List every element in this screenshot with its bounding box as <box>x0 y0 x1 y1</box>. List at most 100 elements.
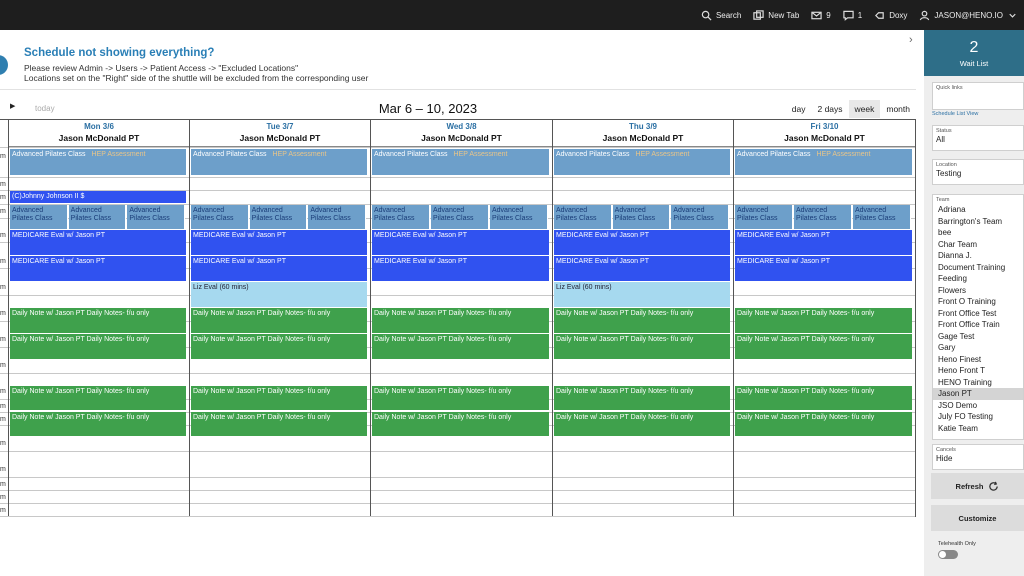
team-option[interactable]: Jason PT <box>933 388 1023 400</box>
appointment-event[interactable]: Daily Note w/ Jason PT Daily Notes- f/u … <box>372 386 549 410</box>
view-2days-button[interactable]: 2 days <box>811 100 848 118</box>
appointment-event[interactable]: Daily Note w/ Jason PT Daily Notes- f/u … <box>735 386 912 410</box>
team-option[interactable]: July FO Testing <box>933 411 1023 423</box>
location-select[interactable]: Location Testing <box>932 159 1024 185</box>
appointment-event[interactable]: Daily Note w/ Jason PT Daily Notes- f/u … <box>554 308 730 333</box>
pilates-class-event[interactable]: Advanced Pilates Class <box>735 205 793 229</box>
team-option[interactable]: Document Training <box>933 262 1023 274</box>
appointment-event[interactable]: Daily Note w/ Jason PT Daily Notes- f/u … <box>372 334 549 359</box>
team-option[interactable]: Front Office Test <box>933 308 1023 320</box>
pilates-class-event[interactable]: Advanced Pilates Class <box>191 205 249 229</box>
appointment-event[interactable]: Daily Note w/ Jason PT Daily Notes- f/u … <box>191 386 367 410</box>
appointment-event[interactable]: MEDICARE Eval w/ Jason PT <box>554 230 730 255</box>
telehealth-toggle[interactable] <box>938 550 958 559</box>
appointment-event[interactable]: Advanced Pilates Class HEP Assessment <box>372 149 549 175</box>
chevron-right-icon[interactable]: › <box>909 34 913 46</box>
appointment-event[interactable]: Daily Note w/ Jason PT Daily Notes- f/u … <box>10 334 186 359</box>
appointment-event[interactable]: MEDICARE Eval w/ Jason PT <box>10 256 186 281</box>
team-option[interactable]: Gage Test <box>933 331 1023 343</box>
mail-button[interactable]: 9 <box>811 10 831 21</box>
schedule-list-link[interactable]: Schedule List View <box>932 111 978 117</box>
team-option[interactable]: Adriana <box>933 204 1023 216</box>
pilates-class-event[interactable]: Advanced Pilates Class <box>68 205 127 229</box>
appointment-event[interactable]: Advanced Pilates Class HEP Assessment <box>554 149 730 175</box>
appointment-event[interactable]: Daily Note w/ Jason PT Daily Notes- f/u … <box>735 308 912 333</box>
team-option[interactable]: Feeding <box>933 273 1023 285</box>
pilates-class-event[interactable]: Advanced Pilates Class <box>308 205 366 229</box>
team-option[interactable]: bee <box>933 227 1023 239</box>
appointment-event[interactable]: MEDICARE Eval w/ Jason PT <box>735 230 912 255</box>
view-week-button[interactable]: week <box>848 100 881 118</box>
pilates-class-event[interactable]: Advanced Pilates Class <box>671 205 729 229</box>
team-list[interactable]: Team Adriana Barrington's Team bee Char Tea… <box>932 194 1024 440</box>
team-option[interactable]: Char Team <box>933 239 1023 251</box>
appointment-event[interactable]: Daily Note w/ Jason PT Daily Notes- f/u … <box>735 334 912 359</box>
appointment-event[interactable]: Daily Note w/ Jason PT Daily Notes- f/u … <box>191 308 367 333</box>
appointment-event[interactable]: Advanced Pilates Class HEP Assessment <box>10 149 186 175</box>
pilates-class-event[interactable]: Advanced Pilates Class <box>554 205 612 229</box>
team-option[interactable]: Flowers <box>933 285 1023 297</box>
team-option[interactable]: HENO Training <box>933 377 1023 389</box>
team-option[interactable]: Front O Training <box>933 296 1023 308</box>
team-option[interactable]: Gary <box>933 342 1023 354</box>
team-option[interactable]: Heno Finest <box>933 354 1023 366</box>
appointment-event[interactable]: Advanced Pilates Class HEP Assessment <box>735 149 912 175</box>
appointment-event[interactable]: Daily Note w/ Jason PT Daily Notes- f/u … <box>554 334 730 359</box>
pilates-class-event[interactable]: Advanced Pilates Class <box>853 205 911 229</box>
appointment-event[interactable]: MEDICARE Eval w/ Jason PT <box>191 230 367 255</box>
appointment-event[interactable]: Daily Note w/ Jason PT Daily Notes- f/u … <box>191 412 367 436</box>
day-header[interactable]: Fri 3/10 Jason McDonald PT <box>734 120 915 147</box>
appointment-event[interactable]: Daily Note w/ Jason PT Daily Notes- f/u … <box>554 412 730 436</box>
appointment-event[interactable]: MEDICARE Eval w/ Jason PT <box>554 256 730 281</box>
appointment-event[interactable]: Liz Eval (60 mins) <box>191 282 367 307</box>
status-select[interactable]: Status All <box>932 125 1024 151</box>
appointment-event[interactable]: Daily Note w/ Jason PT Daily Notes- f/u … <box>372 308 549 333</box>
appointment-event[interactable]: Liz Eval (60 mins) <box>554 282 730 307</box>
appointment-event[interactable]: Daily Note w/ Jason PT Daily Notes- f/u … <box>10 412 186 436</box>
appointment-event[interactable]: MEDICARE Eval w/ Jason PT <box>372 230 549 255</box>
pilates-class-event[interactable]: Advanced Pilates Class <box>249 205 308 229</box>
appointment-event[interactable]: Daily Note w/ Jason PT Daily Notes- f/u … <box>10 386 186 410</box>
messages-button[interactable]: 1 <box>843 10 862 21</box>
appointment-event[interactable]: (C)Johnny Johnson II $ <box>10 191 186 203</box>
appointment-event[interactable]: MEDICARE Eval w/ Jason PT <box>191 256 367 281</box>
day-header[interactable]: Tue 3/7 Jason McDonald PT <box>190 120 370 147</box>
appointment-event[interactable]: MEDICARE Eval w/ Jason PT <box>10 230 186 255</box>
search-button[interactable]: Search <box>701 10 741 21</box>
day-header[interactable]: Wed 3/8 Jason McDonald PT <box>371 120 552 147</box>
pilates-class-event[interactable]: Advanced Pilates Class <box>10 205 68 229</box>
pilates-class-event[interactable]: Advanced Pilates Class <box>612 205 671 229</box>
doxy-button[interactable]: Doxy <box>874 10 907 21</box>
appointment-event[interactable]: Daily Note w/ Jason PT Daily Notes- f/u … <box>554 386 730 410</box>
team-option[interactable]: Barrington's Team <box>933 216 1023 228</box>
appointment-event[interactable]: Daily Note w/ Jason PT Daily Notes- f/u … <box>372 412 549 436</box>
team-option[interactable]: JSO Demo <box>933 400 1023 412</box>
appointment-event[interactable]: MEDICARE Eval w/ Jason PT <box>372 256 549 281</box>
pilates-class-event[interactable]: Advanced Pilates Class <box>431 205 489 229</box>
view-day-button[interactable]: day <box>786 100 812 118</box>
cancels-select[interactable]: Cancels Hide <box>932 444 1024 470</box>
wait-list-button[interactable]: 2 Wait List <box>924 30 1024 76</box>
appointment-event[interactable]: Daily Note w/ Jason PT Daily Notes- f/u … <box>191 334 367 359</box>
view-month-button[interactable]: month <box>880 100 916 118</box>
pilates-class-event[interactable]: Advanced Pilates Class <box>490 205 548 229</box>
new-tab-button[interactable]: New Tab <box>753 9 799 21</box>
customize-button[interactable]: Customize <box>931 505 1024 531</box>
pilates-class-event[interactable]: Advanced Pilates Class <box>372 205 430 229</box>
team-option[interactable]: Katie Team <box>933 423 1023 435</box>
quick-links-select[interactable]: Quick links <box>932 82 1024 110</box>
team-option[interactable]: Heno Front T <box>933 365 1023 377</box>
doxy-label: Doxy <box>889 10 908 20</box>
user-menu[interactable]: JASON@HENO.IO <box>919 10 1018 21</box>
appointment-event[interactable]: MEDICARE Eval w/ Jason PT <box>735 256 912 281</box>
appointment-event[interactable]: Daily Note w/ Jason PT Daily Notes- f/u … <box>10 308 186 333</box>
team-option[interactable]: Dianna J. <box>933 250 1023 262</box>
day-header[interactable]: Mon 3/6 Jason McDonald PT <box>9 120 189 147</box>
pilates-class-event[interactable]: Advanced Pilates Class <box>794 205 852 229</box>
refresh-button[interactable]: Refresh <box>931 473 1024 499</box>
day-header[interactable]: Thu 3/9 Jason McDonald PT <box>553 120 733 147</box>
pilates-class-event[interactable]: Advanced Pilates Class <box>127 205 185 229</box>
appointment-event[interactable]: Daily Note w/ Jason PT Daily Notes- f/u … <box>735 412 912 436</box>
team-option[interactable]: Front Office Train <box>933 319 1023 331</box>
appointment-event[interactable]: Advanced Pilates Class HEP Assessment <box>191 149 367 175</box>
